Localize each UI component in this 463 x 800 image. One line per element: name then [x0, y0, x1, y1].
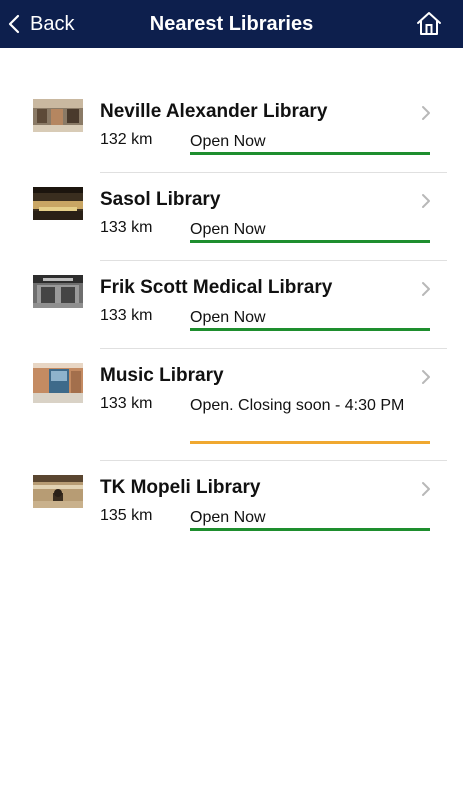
- back-button[interactable]: Back: [8, 0, 74, 48]
- status-indicator-closing-soon: [190, 441, 430, 444]
- status-indicator-open: [190, 240, 430, 243]
- back-label: Back: [30, 12, 75, 35]
- library-row[interactable]: Neville Alexander Library 132 km Open No…: [0, 85, 463, 173]
- library-status: Open Now: [190, 509, 266, 526]
- library-status: Open Now: [190, 133, 266, 150]
- library-distance: 133 km: [100, 395, 153, 412]
- navigation-bar: Back Nearest Libraries: [0, 0, 463, 48]
- library-name: Music Library: [100, 365, 224, 386]
- library-list: Neville Alexander Library 132 km Open No…: [0, 85, 463, 549]
- library-thumbnail: [33, 187, 83, 220]
- home-icon: [417, 12, 441, 35]
- library-name: TK Mopeli Library: [100, 477, 261, 498]
- library-distance: 135 km: [100, 507, 153, 524]
- library-thumbnail: [33, 99, 83, 132]
- library-thumbnail: [33, 363, 83, 403]
- library-distance: 133 km: [100, 307, 153, 324]
- chevron-right-icon: [422, 482, 430, 496]
- library-status: Open Now: [190, 221, 266, 238]
- chevron-right-icon: [422, 282, 430, 296]
- chevron-right-icon: [422, 106, 430, 120]
- library-distance: 133 km: [100, 219, 153, 236]
- library-name: Neville Alexander Library: [100, 101, 328, 122]
- library-name: Sasol Library: [100, 189, 221, 210]
- home-button[interactable]: [415, 10, 443, 38]
- status-indicator-open: [190, 152, 430, 155]
- chevron-right-icon: [422, 370, 430, 384]
- library-distance: 132 km: [100, 131, 153, 148]
- chevron-left-icon: [8, 14, 20, 34]
- library-row[interactable]: Sasol Library 133 km Open Now: [0, 173, 463, 261]
- library-status: Open Now: [190, 309, 266, 326]
- status-indicator-open: [190, 528, 430, 531]
- library-status: Open. Closing soon - 4:30 PM: [190, 397, 405, 414]
- status-indicator-open: [190, 328, 430, 331]
- library-thumbnail: [33, 275, 83, 308]
- chevron-right-icon: [422, 194, 430, 208]
- library-thumbnail: [33, 475, 83, 508]
- library-row[interactable]: TK Mopeli Library 135 km Open Now: [0, 461, 463, 549]
- library-row[interactable]: Music Library 133 km Open. Closing soon …: [0, 349, 463, 461]
- library-name: Frik Scott Medical Library: [100, 277, 333, 298]
- library-row[interactable]: Frik Scott Medical Library 133 km Open N…: [0, 261, 463, 349]
